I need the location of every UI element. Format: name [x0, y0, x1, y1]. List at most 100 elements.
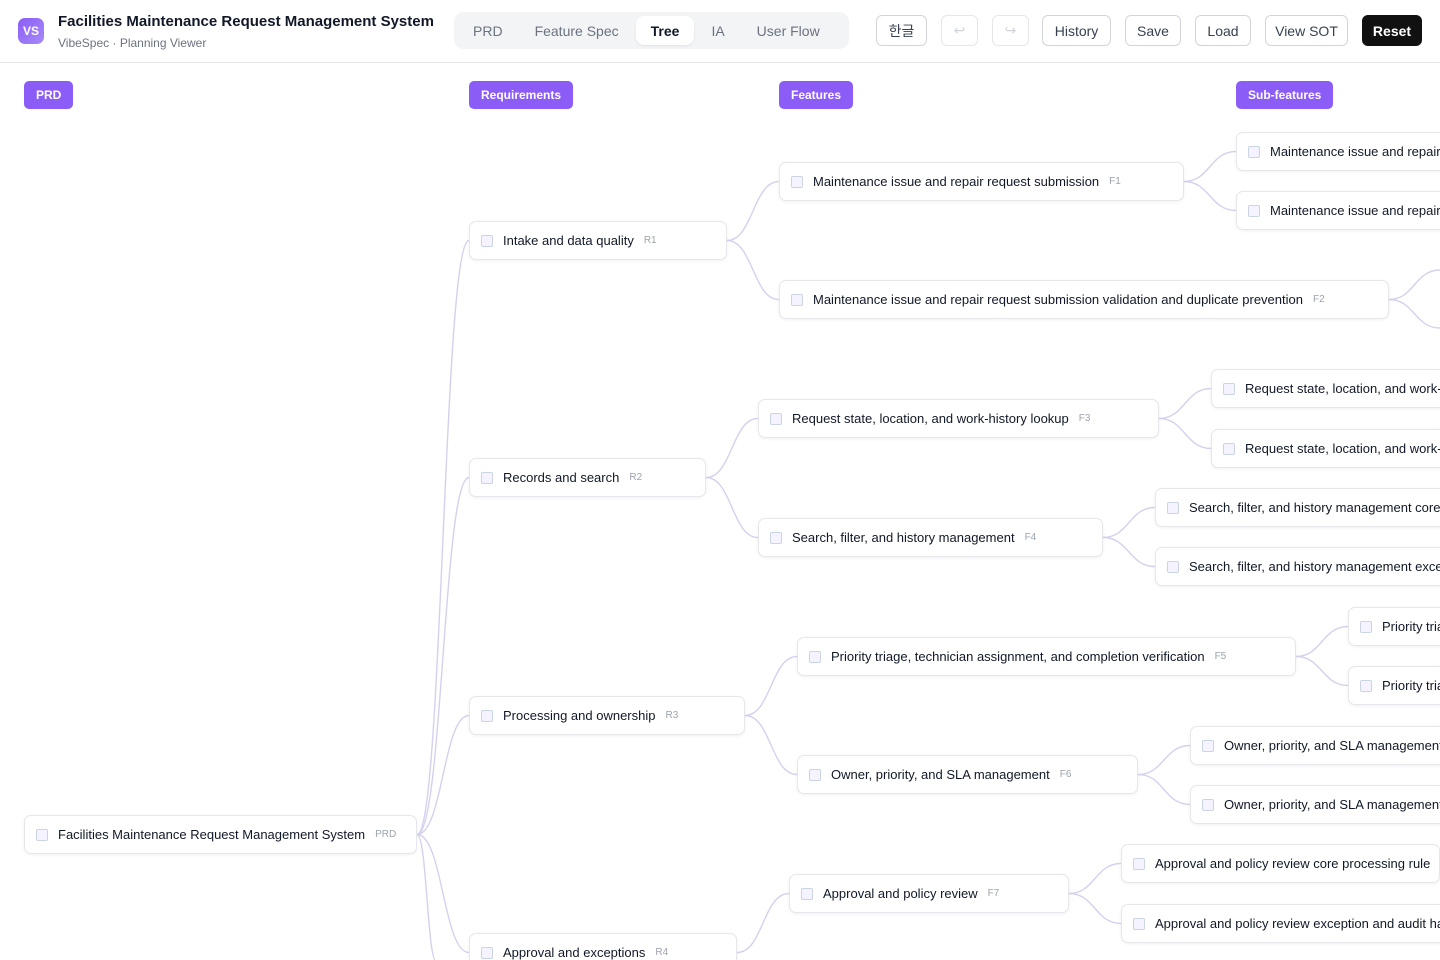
node-checkbox[interactable]	[770, 412, 782, 425]
tree-node-subfeature[interactable]: Maintenance issue and repair	[1236, 191, 1440, 230]
node-label: Search, filter, and history management e…	[1189, 559, 1440, 574]
node-label: Search, filter, and history management	[792, 530, 1015, 545]
node-code: R1	[643, 235, 657, 246]
node-label: Owner, priority, and SLA management	[1224, 797, 1440, 812]
node-checkbox[interactable]	[809, 768, 821, 781]
load-button[interactable]: Load	[1195, 15, 1251, 46]
node-code: F1	[1109, 176, 1121, 187]
undo-button[interactable]: ↩	[941, 15, 978, 46]
tree-node-requirement[interactable]: Intake and data quality R1	[469, 221, 727, 260]
history-button[interactable]: History	[1042, 15, 1111, 46]
column-label-prd: PRD	[24, 81, 74, 109]
node-checkbox[interactable]	[1223, 382, 1235, 395]
node-label: Owner, priority, and SLA management	[1224, 738, 1440, 753]
tree-node-feature[interactable]: Priority triage, technician assignment, …	[797, 637, 1296, 676]
node-checkbox[interactable]	[1133, 917, 1145, 930]
tree-edge	[1068, 892, 1122, 925]
app-subtitle: VibeSpec · Planning Viewer	[58, 36, 207, 50]
undo-icon: ↩	[953, 22, 966, 38]
node-checkbox[interactable]	[1248, 145, 1260, 158]
node-code: F4	[1024, 532, 1037, 543]
node-checkbox[interactable]	[481, 471, 493, 484]
app-logo: VS	[18, 18, 44, 44]
tree-edge	[1388, 269, 1440, 301]
view-sot-button[interactable]: View SOT	[1265, 15, 1348, 46]
node-label: Search, filter, and history management c…	[1189, 500, 1440, 515]
column-label-features: Features	[779, 81, 854, 109]
node-checkbox[interactable]	[809, 650, 821, 663]
node-code: R3	[665, 710, 679, 721]
tree-node-subfeature[interactable]: Maintenance issue and repair	[1236, 132, 1440, 171]
tree-node-subfeature[interactable]: Search, filter, and history management c…	[1155, 488, 1440, 527]
node-label: Maintenance issue and repair request sub…	[813, 174, 1100, 189]
tab-prd[interactable]: PRD	[458, 16, 518, 45]
tree-node-subfeature[interactable]: Approval and policy review core processi…	[1121, 844, 1440, 883]
tree-node-requirement[interactable]: Records and search R2	[469, 458, 706, 497]
node-checkbox[interactable]	[1360, 620, 1372, 633]
tree-node-subfeature[interactable]: Approval and policy review exception and…	[1121, 904, 1440, 943]
node-label: Maintenance issue and repair request sub…	[813, 292, 1303, 307]
tree-edge	[1102, 536, 1156, 568]
node-label: Maintenance issue and repair	[1270, 144, 1440, 159]
tree-node-subfeature[interactable]: Priority tria	[1348, 607, 1440, 646]
node-label: Approval and policy review	[823, 886, 978, 901]
node-checkbox[interactable]	[481, 709, 493, 722]
node-checkbox[interactable]	[1248, 204, 1260, 217]
node-checkbox[interactable]	[1360, 679, 1372, 692]
tree-node-feature[interactable]: Maintenance issue and repair request sub…	[779, 280, 1389, 319]
tree-node-feature[interactable]: Request state, location, and work-histor…	[758, 399, 1159, 438]
save-button[interactable]: Save	[1125, 15, 1181, 46]
node-code: F2	[1312, 294, 1325, 305]
node-checkbox[interactable]	[791, 293, 803, 306]
tree-node-subfeature[interactable]: Search, filter, and history management e…	[1155, 547, 1440, 586]
node-checkbox[interactable]	[791, 175, 803, 188]
node-checkbox[interactable]	[1223, 442, 1235, 455]
tree-node-requirement[interactable]: Approval and exceptions R4	[469, 933, 737, 960]
node-label: Approval and policy review exception and…	[1155, 916, 1440, 931]
tree-node-subfeature[interactable]: Priority tria	[1348, 666, 1440, 705]
redo-button[interactable]: ↪	[992, 15, 1029, 46]
node-checkbox[interactable]	[36, 828, 48, 841]
tree-node-subfeature[interactable]: Request state, location, and work-h	[1211, 429, 1440, 468]
tree-node-subfeature[interactable]: Request state, location, and work-h	[1211, 369, 1440, 408]
node-checkbox[interactable]	[1167, 560, 1179, 573]
tree-node-subfeature[interactable]: Owner, priority, and SLA management	[1190, 785, 1440, 824]
tree-node-feature[interactable]: Approval and policy review F7	[789, 874, 1069, 913]
tree-node-feature[interactable]: Owner, priority, and SLA management F6	[797, 755, 1138, 794]
tree-edge	[1068, 862, 1122, 895]
node-checkbox[interactable]	[1133, 857, 1145, 870]
node-checkbox[interactable]	[1202, 798, 1214, 811]
tree-edge	[1158, 387, 1212, 420]
tree-canvas[interactable]: PRD Requirements Features Sub-features F…	[0, 63, 1440, 960]
tree-edge	[1137, 773, 1191, 806]
tab-user-flow[interactable]: User Flow	[742, 16, 835, 45]
tree-node-subfeature[interactable]: Owner, priority, and SLA management	[1190, 726, 1440, 765]
node-code: PRD	[375, 829, 397, 840]
tree-edge	[726, 180, 780, 242]
tree-edge	[1295, 655, 1349, 687]
tab-tree[interactable]: Tree	[635, 16, 695, 45]
language-toggle-button[interactable]: 한글	[876, 15, 927, 46]
node-checkbox[interactable]	[770, 531, 782, 544]
node-code: F7	[987, 888, 1000, 899]
tab-ia[interactable]: IA	[696, 16, 739, 45]
reset-button[interactable]: Reset	[1362, 15, 1422, 46]
node-checkbox[interactable]	[481, 946, 493, 959]
tree-node-feature[interactable]: Search, filter, and history management F…	[758, 518, 1103, 557]
column-label-subfeatures: Sub-features	[1236, 81, 1334, 109]
tree-edge	[1158, 417, 1212, 450]
tree-node-feature[interactable]: Maintenance issue and repair request sub…	[779, 162, 1184, 201]
tab-feature-spec[interactable]: Feature Spec	[520, 16, 634, 45]
tree-edge	[1137, 744, 1191, 776]
tree-edge	[1183, 150, 1237, 183]
node-code: F5	[1214, 651, 1227, 662]
node-code: F6	[1059, 769, 1072, 780]
tree-node-root[interactable]: Facilities Maintenance Request Managemen…	[24, 815, 417, 854]
tree-node-requirement[interactable]: Processing and ownership R3	[469, 696, 745, 735]
node-label: Processing and ownership	[503, 708, 656, 723]
node-checkbox[interactable]	[1202, 739, 1214, 752]
node-checkbox[interactable]	[801, 887, 813, 900]
node-checkbox[interactable]	[481, 234, 493, 247]
tree-edge	[1295, 625, 1349, 658]
node-checkbox[interactable]	[1167, 501, 1179, 514]
